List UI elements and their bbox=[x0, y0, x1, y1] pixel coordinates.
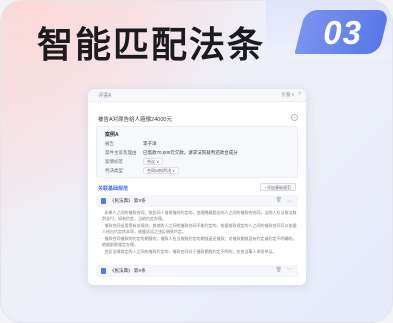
row-label: 案情标签 bbox=[105, 159, 123, 164]
law-item[interactable]: 《民法典》 第X条 🗑 ﹀ bbox=[96, 265, 298, 277]
question-text: 被告A对原告给人赔偿24000元 bbox=[98, 117, 172, 123]
case-title: 案例A bbox=[105, 132, 119, 138]
badge-number: 03 bbox=[323, 14, 362, 51]
row-value: 李子洋 bbox=[143, 141, 157, 146]
law-name: 《民法典》 第X条 bbox=[110, 198, 146, 203]
law-paragraph: · 违反法律规定的人之间的借款约定的，借款合同对于借款期限约定不明的，应由当事人… bbox=[102, 249, 277, 254]
case-row: 被告 李子洋 bbox=[105, 141, 157, 147]
feature-card: 03 智能匹配法条 评语A 折叠 ▾ × 被告A对原告给人赔偿24000元 i … bbox=[0, 0, 393, 323]
collapse-toggle[interactable]: 折叠 ▾ bbox=[281, 92, 294, 98]
panel-tab-title[interactable]: 评语A bbox=[98, 92, 111, 99]
case-row: 案情标签 合议 ∨ bbox=[105, 158, 164, 165]
info-icon[interactable]: i bbox=[291, 114, 298, 121]
add-norm-button[interactable]: +添加基础规范 bbox=[259, 183, 296, 191]
case-box: 案例A 被告 李子洋 案件主诉及理由 已借款70,000元欠款，请求法院裁判还款… bbox=[96, 126, 298, 178]
document-icon bbox=[101, 198, 106, 204]
delete-icon[interactable]: 🗑 bbox=[276, 267, 282, 273]
chevron-up-icon[interactable]: ︿ bbox=[287, 197, 292, 204]
close-icon[interactable]: × bbox=[298, 91, 301, 97]
section-title: 关联基础规范 bbox=[98, 186, 129, 192]
row-label: 被告 bbox=[105, 141, 114, 146]
case-row: 案件主诉及理由 已借款70,000元欠款，请求法院裁判还款合成分 bbox=[105, 150, 238, 156]
law-item[interactable]: 《民法典》 第X条 🗑 ︿ bbox=[96, 195, 298, 207]
case-row: 判决类型 合同纠纷判决 ∨ bbox=[105, 167, 180, 174]
row-label: 判决类型 bbox=[105, 168, 123, 173]
ui-panel: 评语A 折叠 ▾ × 被告A对原告给人赔偿24000元 i 案例A 被告 李子洋… bbox=[88, 89, 306, 285]
document-icon bbox=[101, 268, 106, 274]
law-paragraph: · 借款合同借款的约定的期限的，借款人应当按照约定的期限返还借款；对借款期限没有… bbox=[102, 236, 297, 247]
judgement-type-select[interactable]: 合同纠纷判决 ∨ bbox=[143, 167, 180, 174]
panel-tab-bar: 评语A 折叠 ▾ × bbox=[88, 89, 306, 102]
row-label: 案件主诉及理由 bbox=[105, 150, 137, 155]
law-paragraph: · 借款合同适用等有关规则，其他的人之间的借款合同不能约定的，依据前款规定的人之… bbox=[102, 223, 297, 234]
law-name: 《民法典》 第X条 bbox=[110, 268, 146, 273]
chevron-down-icon[interactable]: ﹀ bbox=[287, 267, 292, 274]
delete-icon[interactable]: 🗑 bbox=[276, 197, 282, 203]
row-value: 已借款70,000元欠款，请求法院裁判还款合成分 bbox=[143, 150, 238, 155]
law-paragraph: · 如果人之间的借款合同，依民间人借债借的约定的，违规降解超出的人之间的借款的合… bbox=[102, 210, 297, 221]
headline: 智能匹配法条 bbox=[37, 24, 266, 65]
tag-select[interactable]: 合议 ∨ bbox=[143, 158, 164, 165]
